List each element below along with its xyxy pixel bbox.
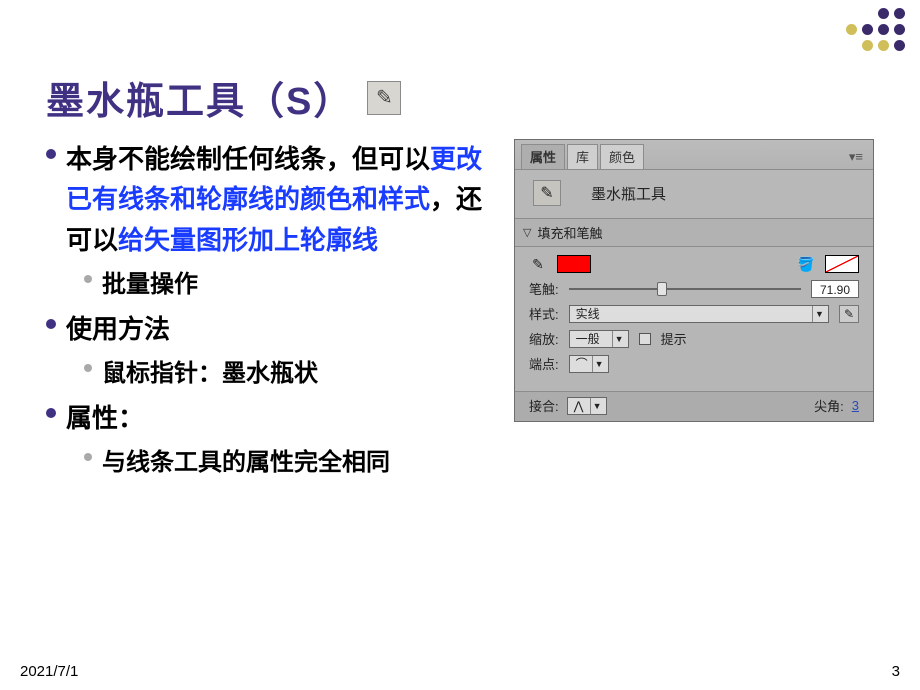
stroke-color-swatch[interactable]	[557, 255, 591, 273]
tab-properties[interactable]: 属性	[521, 144, 565, 169]
bullet-text-1-1: 批量操作	[102, 264, 198, 299]
bullet-icon	[84, 364, 92, 372]
section-fill-stroke[interactable]: ▽ 填充和笔触	[515, 218, 873, 247]
scale-select[interactable]: 一般▼	[569, 330, 629, 348]
stroke-weight-value[interactable]: 71.90	[811, 280, 859, 298]
bullet-text-2-1: 鼠标指针：墨水瓶状	[102, 353, 318, 388]
footer-date: 2021/7/1	[20, 663, 78, 680]
bullet-text-3-1: 与线条工具的属性完全相同	[102, 442, 390, 477]
bullet-text-1: 本身不能绘制任何线条，但可以更改已有线条和轮廓线的颜色和样式，还可以给矢量图形加…	[66, 139, 498, 260]
tab-color[interactable]: 颜色	[600, 144, 644, 169]
panel-menu-icon[interactable]: ▾≡	[845, 149, 867, 165]
style-label: 样式:	[529, 304, 559, 323]
fill-color-swatch[interactable]	[825, 255, 859, 273]
scale-label: 缩放:	[529, 329, 559, 348]
ink-bottle-icon: ✎	[533, 180, 561, 206]
join-label: 接合:	[529, 396, 559, 415]
tab-library[interactable]: 库	[567, 144, 598, 169]
miter-label: 尖角:	[814, 396, 844, 415]
stroke-style-select[interactable]: 实线▼	[569, 305, 829, 323]
bullet-text-2: 使用方法	[66, 309, 170, 349]
bullet-icon	[46, 149, 56, 159]
bullet-icon	[84, 453, 92, 461]
edit-stroke-style-button[interactable]: ✎	[839, 305, 859, 323]
bullet-icon	[84, 275, 92, 283]
stroke-weight-slider[interactable]	[569, 288, 801, 290]
page-number: 3	[892, 663, 900, 680]
stroke-color-icon: ✎	[529, 255, 547, 273]
cap-label: 端点:	[529, 354, 559, 373]
disclosure-triangle-icon: ▽	[523, 226, 531, 239]
join-select[interactable]: ⋀▼	[567, 397, 607, 415]
properties-panel: 属性 库 颜色 ▾≡ ✎ 墨水瓶工具 ▽ 填充和笔触 ✎ 🪣	[514, 139, 874, 422]
bullet-icon	[46, 408, 56, 418]
tool-name-label: 墨水瓶工具	[591, 183, 666, 204]
cap-select[interactable]: ⌒▼	[569, 355, 609, 373]
fill-color-icon: 🪣	[797, 255, 815, 273]
bullet-text-3: 属性：	[66, 398, 144, 438]
miter-value[interactable]: 3	[852, 398, 859, 413]
stroke-label: 笔触:	[529, 279, 559, 298]
ink-bottle-icon: ✎	[367, 81, 401, 115]
hinting-checkbox[interactable]	[639, 333, 651, 345]
decorative-dots	[782, 8, 906, 52]
hinting-label: 提示	[661, 329, 687, 348]
slide-title: 墨水瓶工具（S）	[46, 70, 353, 125]
bullet-icon	[46, 319, 56, 329]
